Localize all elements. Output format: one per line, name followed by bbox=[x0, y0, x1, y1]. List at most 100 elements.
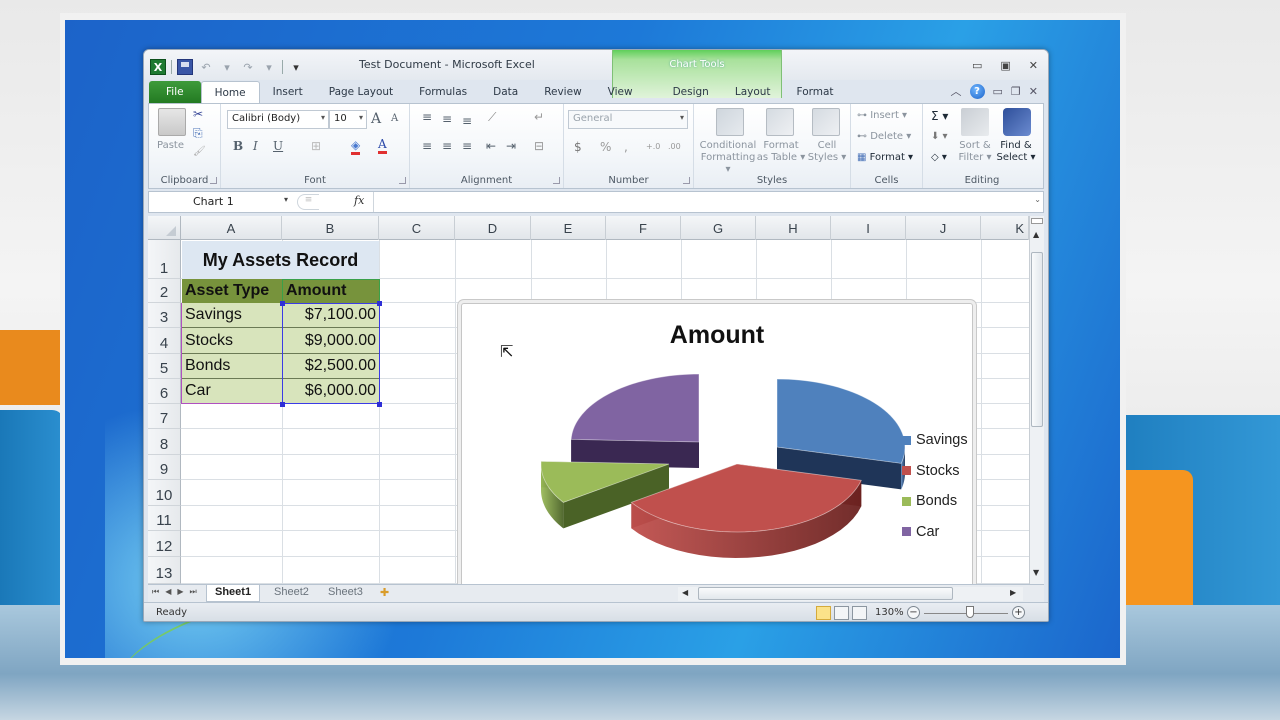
sheet-tab-sheet3[interactable]: Sheet3 bbox=[320, 585, 371, 602]
row-header-10[interactable]: 10 bbox=[148, 480, 181, 506]
format-painter-icon[interactable]: 🖌 bbox=[193, 146, 206, 157]
scroll-left-icon[interactable]: ◀ bbox=[682, 588, 688, 597]
sheet-tab-sheet1[interactable]: Sheet1 bbox=[206, 585, 261, 602]
vertical-scrollbar[interactable]: ▲ ▼ bbox=[1029, 216, 1044, 584]
row-header-11[interactable]: 11 bbox=[148, 506, 181, 531]
paste-button[interactable]: Paste bbox=[157, 140, 184, 151]
sort-filter-icon[interactable] bbox=[961, 108, 989, 136]
legend-item-bonds[interactable]: Bonds bbox=[902, 486, 968, 517]
range-handle[interactable] bbox=[280, 301, 285, 306]
number-format-select[interactable]: General ▾ bbox=[568, 110, 688, 129]
row-header-9[interactable]: 9 bbox=[148, 455, 181, 480]
percent-icon[interactable]: % bbox=[600, 140, 611, 154]
shrink-font-icon[interactable]: A bbox=[391, 113, 398, 124]
row-header-12[interactable]: 12 bbox=[148, 531, 181, 557]
find-select-button[interactable]: Find & Select ▾ bbox=[995, 140, 1037, 164]
column-header-h[interactable]: H bbox=[756, 216, 831, 240]
row-header-2[interactable]: 2 bbox=[148, 279, 181, 303]
column-header-k[interactable]: K bbox=[981, 216, 1029, 240]
align-middle-icon[interactable]: ≡ bbox=[442, 112, 452, 126]
column-header-d[interactable]: D bbox=[455, 216, 531, 240]
font-color-icon[interactable]: A bbox=[378, 137, 387, 154]
font-size-select[interactable]: 10 ▾ bbox=[329, 110, 367, 129]
worksheet-grid[interactable]: A B C D E F G H I J K 1 2 3 4 5 6 7 8 9 10 11 12 13 … bbox=[148, 216, 1044, 584]
fill-button[interactable]: ⬇ ▾ bbox=[931, 131, 948, 142]
legend-item-savings[interactable]: Savings bbox=[902, 425, 968, 456]
redo-dropdown-icon[interactable]: ▾ bbox=[261, 59, 277, 75]
normal-view-button[interactable] bbox=[816, 606, 831, 620]
increase-indent-icon[interactable]: ⇥ bbox=[506, 139, 516, 153]
tab-home[interactable]: Home bbox=[200, 81, 260, 103]
insert-cells-button[interactable]: ⊶ Insert ▾ bbox=[857, 110, 907, 121]
find-binoculars-icon[interactable] bbox=[1003, 108, 1031, 136]
format-cells-button[interactable]: ▦ Format ▾ bbox=[857, 152, 913, 163]
column-header-f[interactable]: F bbox=[606, 216, 681, 240]
collapse-ribbon-icon[interactable]: ︿ bbox=[951, 83, 962, 99]
wrap-text-icon[interactable]: ↵ bbox=[534, 110, 544, 124]
sort-filter-button[interactable]: Sort & Filter ▾ bbox=[955, 140, 995, 164]
next-sheet-icon[interactable]: ▶ bbox=[177, 587, 183, 597]
first-sheet-icon[interactable]: ⏮ bbox=[152, 587, 159, 597]
tab-insert[interactable]: Insert bbox=[260, 81, 316, 103]
row-header-7[interactable]: 7 bbox=[148, 404, 181, 429]
range-handle[interactable] bbox=[377, 402, 382, 407]
tab-view[interactable]: View bbox=[595, 81, 646, 103]
expand-formula-icon[interactable]: ⌄ bbox=[1034, 195, 1041, 204]
insert-sheet-icon[interactable]: ✚ bbox=[380, 586, 389, 599]
clipboard-launcher-icon[interactable] bbox=[210, 177, 217, 184]
cell-styles-button[interactable]: Cell Styles ▾ bbox=[806, 140, 848, 164]
column-header-j[interactable]: J bbox=[906, 216, 981, 240]
column-header-a[interactable]: A bbox=[181, 216, 282, 240]
paste-icon[interactable] bbox=[158, 108, 186, 136]
tab-format[interactable]: Format bbox=[784, 81, 847, 103]
row-header-6[interactable]: 6 bbox=[148, 379, 181, 404]
last-sheet-icon[interactable]: ⏭ bbox=[190, 587, 197, 597]
restore-icon[interactable]: ▣ bbox=[1000, 59, 1010, 72]
doc-close-icon[interactable]: ✕ bbox=[1029, 85, 1038, 98]
copy-icon[interactable]: ⎘ bbox=[193, 126, 203, 141]
row-header-8[interactable]: 8 bbox=[148, 429, 181, 455]
number-launcher-icon[interactable] bbox=[683, 177, 690, 184]
prev-sheet-icon[interactable]: ◀ bbox=[165, 587, 171, 597]
align-bottom-icon[interactable]: ≡ bbox=[462, 114, 472, 128]
name-box[interactable]: Chart 1 ▾ bbox=[149, 192, 294, 212]
customize-qat-icon[interactable]: ▾ bbox=[288, 59, 304, 75]
grow-font-icon[interactable]: A bbox=[371, 111, 381, 127]
doc-restore-icon[interactable]: ❐ bbox=[1011, 85, 1021, 98]
align-right-icon[interactable]: ≡ bbox=[462, 139, 472, 153]
conditional-formatting-button[interactable]: Conditional Formatting ▾ bbox=[698, 140, 758, 176]
currency-icon[interactable]: $ bbox=[574, 140, 582, 154]
zoom-level[interactable]: 130% bbox=[875, 607, 904, 618]
vertical-scroll-thumb[interactable] bbox=[1031, 252, 1043, 427]
row-header-1[interactable]: 1 bbox=[148, 240, 181, 279]
formula-input[interactable] bbox=[373, 192, 1029, 212]
zoom-in-button[interactable]: + bbox=[1012, 606, 1025, 619]
alignment-launcher-icon[interactable] bbox=[553, 177, 560, 184]
legend-item-stocks[interactable]: Stocks bbox=[902, 456, 968, 487]
conditional-formatting-icon[interactable] bbox=[716, 108, 744, 136]
align-left-icon[interactable]: ≡ bbox=[422, 139, 432, 153]
font-family-select[interactable]: Calibri (Body) ▾ bbox=[227, 110, 329, 129]
zoom-slider-thumb[interactable] bbox=[966, 606, 974, 618]
split-handle[interactable] bbox=[1031, 218, 1043, 224]
tab-data[interactable]: Data bbox=[480, 81, 531, 103]
font-launcher-icon[interactable] bbox=[399, 177, 406, 184]
pie-slice-car[interactable] bbox=[570, 373, 700, 468]
merge-center-icon[interactable]: ⊟ bbox=[534, 139, 544, 153]
row-header-3[interactable]: 3 bbox=[148, 303, 181, 328]
doc-minimize-icon[interactable]: ▭ bbox=[993, 85, 1003, 98]
tab-review[interactable]: Review bbox=[531, 81, 594, 103]
redo-icon[interactable]: ↷ bbox=[240, 59, 256, 75]
scroll-right-icon[interactable]: ▶ bbox=[1010, 588, 1016, 597]
zoom-out-button[interactable]: − bbox=[907, 606, 920, 619]
chart-legend[interactable]: Savings Stocks Bonds Car bbox=[902, 425, 968, 547]
tab-file[interactable]: File bbox=[149, 81, 201, 103]
row-header-4[interactable]: 4 bbox=[148, 328, 181, 354]
align-center-icon[interactable]: ≡ bbox=[442, 139, 452, 153]
sheet-tab-sheet2[interactable]: Sheet2 bbox=[266, 585, 317, 602]
undo-icon[interactable]: ↶ bbox=[198, 59, 214, 75]
column-header-g[interactable]: G bbox=[681, 216, 756, 240]
tab-page-layout[interactable]: Page Layout bbox=[316, 81, 406, 103]
row-header-5[interactable]: 5 bbox=[148, 354, 181, 379]
italic-button[interactable]: I bbox=[253, 139, 258, 153]
